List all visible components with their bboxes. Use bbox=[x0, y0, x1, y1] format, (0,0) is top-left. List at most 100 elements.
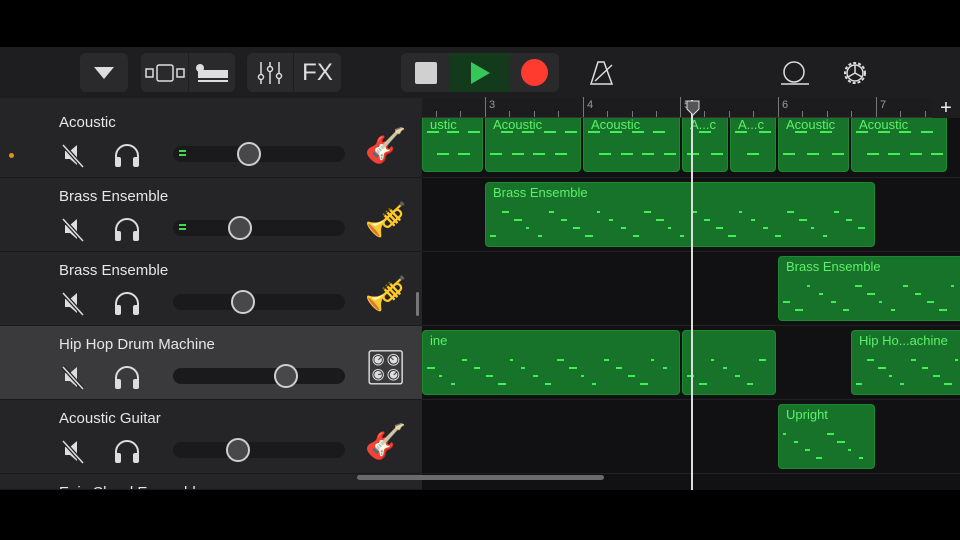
mute-icon[interactable] bbox=[60, 142, 86, 168]
region[interactable]: Hip Ho...achine bbox=[851, 330, 960, 395]
volume-slider[interactable] bbox=[173, 438, 345, 462]
volume-knob[interactable] bbox=[273, 364, 298, 388]
region[interactable]: Upright bbox=[778, 404, 875, 469]
playhead-handle[interactable] bbox=[686, 100, 700, 121]
instrument-icon[interactable]: 🎸 bbox=[362, 420, 410, 464]
headphones-icon[interactable] bbox=[113, 142, 141, 168]
region[interactable]: Acoustic bbox=[851, 118, 947, 172]
stop-button[interactable] bbox=[401, 53, 450, 92]
region[interactable]: Acoustic bbox=[485, 118, 581, 172]
fx-button[interactable]: FX bbox=[294, 53, 341, 92]
midi-note bbox=[927, 301, 934, 303]
instrument-icon[interactable]: 🎺 bbox=[362, 272, 410, 316]
ruler[interactable]: 34567 bbox=[422, 97, 932, 118]
volume-knob[interactable] bbox=[236, 142, 261, 166]
midi-note bbox=[663, 367, 668, 369]
midi-note bbox=[826, 433, 834, 435]
region-label: Acoustic bbox=[493, 118, 543, 132]
track-header[interactable]: Acoustic 🎸 bbox=[0, 104, 422, 178]
midi-note bbox=[522, 131, 535, 133]
midi-note bbox=[533, 153, 545, 155]
midi-note bbox=[944, 383, 952, 385]
midi-note bbox=[639, 383, 648, 385]
volume-knob[interactable] bbox=[230, 290, 255, 314]
volume-knob[interactable] bbox=[226, 438, 251, 462]
midi-note bbox=[920, 131, 933, 133]
volume-slider[interactable] bbox=[173, 142, 345, 166]
headphones-icon[interactable] bbox=[113, 290, 141, 316]
instrument-icon[interactable]: 🎸 bbox=[362, 124, 410, 168]
region[interactable]: Brass Ensemble bbox=[485, 182, 875, 247]
ruler-tick bbox=[558, 111, 560, 117]
volume-slider[interactable] bbox=[173, 290, 345, 314]
mute-icon[interactable] bbox=[60, 216, 86, 242]
midi-note bbox=[556, 359, 564, 361]
midi-note bbox=[739, 211, 743, 213]
toolbar: FX bbox=[0, 47, 960, 98]
horizontal-scrollbar[interactable] bbox=[357, 475, 604, 480]
midi-note bbox=[903, 285, 908, 287]
play-button[interactable] bbox=[450, 53, 510, 92]
midi-note bbox=[843, 309, 849, 311]
midi-note bbox=[807, 153, 820, 155]
midi-note bbox=[631, 131, 644, 133]
midi-note bbox=[837, 441, 846, 443]
region[interactable]: ine bbox=[422, 330, 680, 395]
headphones-icon[interactable] bbox=[113, 216, 141, 242]
midi-note bbox=[486, 375, 494, 377]
track-header[interactable]: Acoustic Guitar 🎸 bbox=[0, 400, 422, 474]
playhead[interactable] bbox=[691, 100, 693, 490]
midi-note bbox=[501, 211, 509, 213]
headphones-icon[interactable] bbox=[113, 438, 141, 464]
midi-note bbox=[931, 153, 944, 155]
region-label: A...c bbox=[738, 118, 765, 132]
instrument-icon[interactable]: 🎛 bbox=[362, 346, 410, 390]
ruler-tick bbox=[802, 111, 804, 117]
browser-button[interactable] bbox=[80, 53, 128, 92]
region[interactable]: A...c bbox=[682, 118, 728, 172]
track-header[interactable]: Brass Ensemble 🎺 bbox=[0, 178, 422, 252]
settings-button[interactable] bbox=[841, 59, 869, 92]
track-header[interactable]: Brass Ensemble 🎺 bbox=[0, 252, 422, 326]
loop-browser-button[interactable] bbox=[779, 59, 811, 92]
metronome-button[interactable] bbox=[588, 59, 616, 92]
midi-note bbox=[911, 359, 916, 361]
track-name: Brass Ensemble bbox=[59, 188, 169, 205]
region[interactable]: Brass Ensemble bbox=[778, 256, 960, 321]
midi-note bbox=[474, 367, 481, 369]
midi-note bbox=[859, 457, 864, 459]
region[interactable]: Acoustic bbox=[778, 118, 849, 172]
midi-note bbox=[909, 153, 922, 155]
headphones-icon[interactable] bbox=[113, 364, 141, 390]
level-meter bbox=[179, 224, 186, 226]
mixer-button[interactable] bbox=[247, 53, 293, 92]
mute-icon[interactable] bbox=[60, 290, 86, 316]
region[interactable]: ustic bbox=[422, 118, 483, 172]
region[interactable] bbox=[682, 330, 776, 395]
midi-note bbox=[509, 359, 513, 361]
smart-controls-button[interactable] bbox=[189, 53, 235, 92]
tracks-view-button[interactable] bbox=[141, 53, 188, 92]
region[interactable]: Acoustic bbox=[583, 118, 680, 172]
add-section-button[interactable]: + bbox=[932, 98, 960, 118]
midi-note bbox=[846, 219, 853, 221]
instrument-icon[interactable]: 🎺 bbox=[362, 198, 410, 242]
ruler-tick bbox=[509, 111, 511, 117]
midi-note bbox=[596, 211, 600, 213]
mute-icon[interactable] bbox=[60, 364, 86, 390]
volume-knob[interactable] bbox=[227, 216, 252, 240]
track-header[interactable]: Hip Hop Drum Machine 🎛 bbox=[0, 326, 422, 400]
midi-note bbox=[831, 301, 836, 303]
volume-slider[interactable] bbox=[173, 364, 345, 388]
midi-note bbox=[680, 235, 684, 237]
mute-icon[interactable] bbox=[60, 438, 86, 464]
midi-note bbox=[867, 293, 875, 295]
region-label: Acoustic bbox=[786, 118, 836, 132]
record-button[interactable] bbox=[510, 53, 559, 92]
region[interactable]: A...c bbox=[730, 118, 776, 172]
vertical-scrollbar[interactable] bbox=[416, 292, 419, 316]
midi-note bbox=[810, 227, 814, 229]
metronome-icon bbox=[589, 61, 614, 85]
play-icon bbox=[471, 61, 490, 84]
volume-slider[interactable] bbox=[173, 216, 345, 240]
